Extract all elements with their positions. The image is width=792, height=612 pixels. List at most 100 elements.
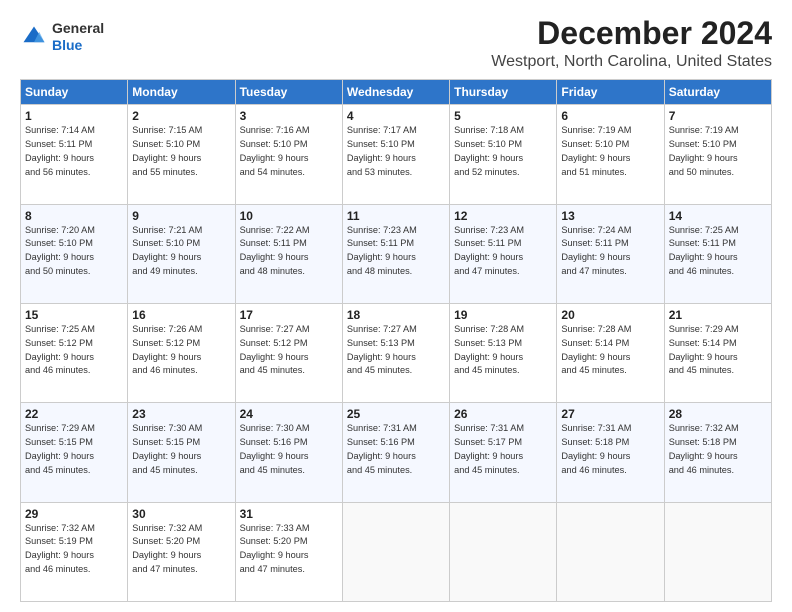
calendar-cell [557,502,664,601]
day-number: 20 [561,308,659,322]
day-number: 10 [240,209,338,223]
calendar-cell: 5 Sunrise: 7:18 AMSunset: 5:10 PMDayligh… [450,105,557,204]
calendar-cell: 2 Sunrise: 7:15 AMSunset: 5:10 PMDayligh… [128,105,235,204]
calendar-header-row: SundayMondayTuesdayWednesdayThursdayFrid… [21,80,772,105]
page: General Blue December 2024 Westport, Nor… [0,0,792,612]
calendar-cell [664,502,771,601]
calendar-cell: 18 Sunrise: 7:27 AMSunset: 5:13 PMDaylig… [342,303,449,402]
calendar-cell: 7 Sunrise: 7:19 AMSunset: 5:10 PMDayligh… [664,105,771,204]
day-header-wednesday: Wednesday [342,80,449,105]
day-number: 17 [240,308,338,322]
day-number: 9 [132,209,230,223]
day-number: 25 [347,407,445,421]
day-header-saturday: Saturday [664,80,771,105]
day-header-tuesday: Tuesday [235,80,342,105]
day-info: Sunrise: 7:25 AMSunset: 5:12 PMDaylight:… [25,324,95,375]
calendar-cell: 9 Sunrise: 7:21 AMSunset: 5:10 PMDayligh… [128,204,235,303]
day-info: Sunrise: 7:21 AMSunset: 5:10 PMDaylight:… [132,225,202,276]
day-info: Sunrise: 7:31 AMSunset: 5:18 PMDaylight:… [561,423,631,474]
day-number: 31 [240,507,338,521]
header: General Blue December 2024 Westport, Nor… [20,16,772,71]
calendar-cell: 1 Sunrise: 7:14 AMSunset: 5:11 PMDayligh… [21,105,128,204]
calendar-cell: 29 Sunrise: 7:32 AMSunset: 5:19 PMDaylig… [21,502,128,601]
calendar-cell: 16 Sunrise: 7:26 AMSunset: 5:12 PMDaylig… [128,303,235,402]
day-number: 3 [240,109,338,123]
calendar-cell: 31 Sunrise: 7:33 AMSunset: 5:20 PMDaylig… [235,502,342,601]
day-number: 5 [454,109,552,123]
calendar-week-2: 8 Sunrise: 7:20 AMSunset: 5:10 PMDayligh… [21,204,772,303]
day-info: Sunrise: 7:33 AMSunset: 5:20 PMDaylight:… [240,523,310,574]
day-number: 18 [347,308,445,322]
day-number: 4 [347,109,445,123]
calendar-week-4: 22 Sunrise: 7:29 AMSunset: 5:15 PMDaylig… [21,403,772,502]
day-info: Sunrise: 7:29 AMSunset: 5:15 PMDaylight:… [25,423,95,474]
day-info: Sunrise: 7:19 AMSunset: 5:10 PMDaylight:… [669,125,739,176]
calendar-cell: 4 Sunrise: 7:17 AMSunset: 5:10 PMDayligh… [342,105,449,204]
day-number: 2 [132,109,230,123]
logo: General Blue [20,16,104,54]
day-info: Sunrise: 7:31 AMSunset: 5:17 PMDaylight:… [454,423,524,474]
calendar-cell: 8 Sunrise: 7:20 AMSunset: 5:10 PMDayligh… [21,204,128,303]
calendar-cell: 23 Sunrise: 7:30 AMSunset: 5:15 PMDaylig… [128,403,235,502]
calendar-cell: 22 Sunrise: 7:29 AMSunset: 5:15 PMDaylig… [21,403,128,502]
day-info: Sunrise: 7:31 AMSunset: 5:16 PMDaylight:… [347,423,417,474]
day-info: Sunrise: 7:23 AMSunset: 5:11 PMDaylight:… [347,225,417,276]
calendar-cell: 12 Sunrise: 7:23 AMSunset: 5:11 PMDaylig… [450,204,557,303]
calendar-cell: 3 Sunrise: 7:16 AMSunset: 5:10 PMDayligh… [235,105,342,204]
calendar-cell: 27 Sunrise: 7:31 AMSunset: 5:18 PMDaylig… [557,403,664,502]
logo-blue: Blue [52,37,82,53]
day-info: Sunrise: 7:32 AMSunset: 5:19 PMDaylight:… [25,523,95,574]
day-number: 26 [454,407,552,421]
day-info: Sunrise: 7:18 AMSunset: 5:10 PMDaylight:… [454,125,524,176]
calendar-cell [342,502,449,601]
day-info: Sunrise: 7:32 AMSunset: 5:20 PMDaylight:… [132,523,202,574]
day-number: 8 [25,209,123,223]
logo-text: General Blue [52,20,104,54]
day-number: 6 [561,109,659,123]
day-number: 19 [454,308,552,322]
day-number: 28 [669,407,767,421]
calendar-cell: 13 Sunrise: 7:24 AMSunset: 5:11 PMDaylig… [557,204,664,303]
day-info: Sunrise: 7:28 AMSunset: 5:14 PMDaylight:… [561,324,631,375]
calendar-week-3: 15 Sunrise: 7:25 AMSunset: 5:12 PMDaylig… [21,303,772,402]
day-number: 23 [132,407,230,421]
calendar-cell: 19 Sunrise: 7:28 AMSunset: 5:13 PMDaylig… [450,303,557,402]
day-number: 14 [669,209,767,223]
calendar-cell: 21 Sunrise: 7:29 AMSunset: 5:14 PMDaylig… [664,303,771,402]
day-info: Sunrise: 7:24 AMSunset: 5:11 PMDaylight:… [561,225,631,276]
calendar-title: December 2024 [491,16,772,51]
calendar-subtitle: Westport, North Carolina, United States [491,53,772,71]
day-info: Sunrise: 7:29 AMSunset: 5:14 PMDaylight:… [669,324,739,375]
calendar-cell: 17 Sunrise: 7:27 AMSunset: 5:12 PMDaylig… [235,303,342,402]
day-info: Sunrise: 7:14 AMSunset: 5:11 PMDaylight:… [25,125,95,176]
calendar-cell: 10 Sunrise: 7:22 AMSunset: 5:11 PMDaylig… [235,204,342,303]
day-info: Sunrise: 7:26 AMSunset: 5:12 PMDaylight:… [132,324,202,375]
day-number: 7 [669,109,767,123]
logo-icon [20,23,48,51]
calendar-week-5: 29 Sunrise: 7:32 AMSunset: 5:19 PMDaylig… [21,502,772,601]
day-number: 11 [347,209,445,223]
calendar-cell: 26 Sunrise: 7:31 AMSunset: 5:17 PMDaylig… [450,403,557,502]
day-header-monday: Monday [128,80,235,105]
day-number: 21 [669,308,767,322]
day-number: 27 [561,407,659,421]
calendar-cell [450,502,557,601]
day-info: Sunrise: 7:30 AMSunset: 5:16 PMDaylight:… [240,423,310,474]
calendar-cell: 24 Sunrise: 7:30 AMSunset: 5:16 PMDaylig… [235,403,342,502]
day-number: 16 [132,308,230,322]
calendar-cell: 30 Sunrise: 7:32 AMSunset: 5:20 PMDaylig… [128,502,235,601]
calendar-table: SundayMondayTuesdayWednesdayThursdayFrid… [20,79,772,602]
calendar-cell: 15 Sunrise: 7:25 AMSunset: 5:12 PMDaylig… [21,303,128,402]
calendar-cell: 14 Sunrise: 7:25 AMSunset: 5:11 PMDaylig… [664,204,771,303]
day-info: Sunrise: 7:22 AMSunset: 5:11 PMDaylight:… [240,225,310,276]
title-block: December 2024 Westport, North Carolina, … [491,16,772,71]
day-info: Sunrise: 7:27 AMSunset: 5:13 PMDaylight:… [347,324,417,375]
day-number: 30 [132,507,230,521]
day-number: 24 [240,407,338,421]
day-info: Sunrise: 7:23 AMSunset: 5:11 PMDaylight:… [454,225,524,276]
day-number: 12 [454,209,552,223]
day-info: Sunrise: 7:27 AMSunset: 5:12 PMDaylight:… [240,324,310,375]
calendar-cell: 6 Sunrise: 7:19 AMSunset: 5:10 PMDayligh… [557,105,664,204]
day-number: 15 [25,308,123,322]
day-number: 29 [25,507,123,521]
